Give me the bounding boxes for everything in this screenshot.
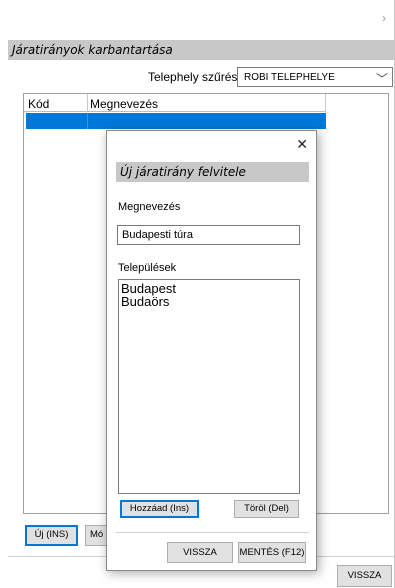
- table-row[interactable]: [26, 113, 326, 129]
- grid-header: Kód Megnevezés: [24, 94, 326, 112]
- column-header-name[interactable]: Megnevezés: [90, 97, 158, 111]
- dialog-back-button[interactable]: VISSZA: [167, 542, 233, 563]
- site-filter-select[interactable]: ROBI TELEPHELYE ﹀: [237, 67, 393, 87]
- divider: [116, 532, 309, 533]
- list-item[interactable]: Budaörs: [121, 295, 299, 308]
- dialog-title: Új járatirány felvitele: [120, 165, 246, 179]
- page-title: Járatirányok karbantartása: [12, 43, 173, 57]
- delete-town-button[interactable]: Töröl (Del): [234, 500, 299, 518]
- towns-label: Települések: [118, 262, 177, 274]
- new-route-dialog: ✕ Új járatirány felvitele Megnevezés Tel…: [106, 130, 317, 571]
- close-icon[interactable]: ✕: [296, 137, 308, 151]
- towns-listbox[interactable]: Budapest Budaörs: [118, 279, 300, 494]
- filter-label: Telephely szűrés:: [148, 70, 241, 84]
- column-divider[interactable]: [325, 94, 326, 112]
- cell-divider: [87, 113, 88, 129]
- save-button[interactable]: MENTÉS (F12): [238, 542, 306, 563]
- back-button[interactable]: VISSZA: [337, 565, 392, 587]
- chevron-down-icon: ﹀: [375, 72, 388, 86]
- column-divider[interactable]: [87, 94, 88, 112]
- add-town-button[interactable]: Hozzáad (Ins): [120, 500, 199, 518]
- window-close-icon[interactable]: ›: [382, 12, 392, 24]
- dialog-title-bar: Új járatirány felvitele: [116, 162, 309, 182]
- new-button[interactable]: Új (INS): [25, 525, 78, 546]
- page-title-bar: Járatirányok karbantartása: [8, 40, 395, 60]
- site-filter-value: ROBI TELEPHELYE: [244, 72, 335, 83]
- column-header-code[interactable]: Kód: [28, 97, 49, 111]
- name-label: Megnevezés: [118, 201, 181, 213]
- name-field[interactable]: [117, 225, 300, 245]
